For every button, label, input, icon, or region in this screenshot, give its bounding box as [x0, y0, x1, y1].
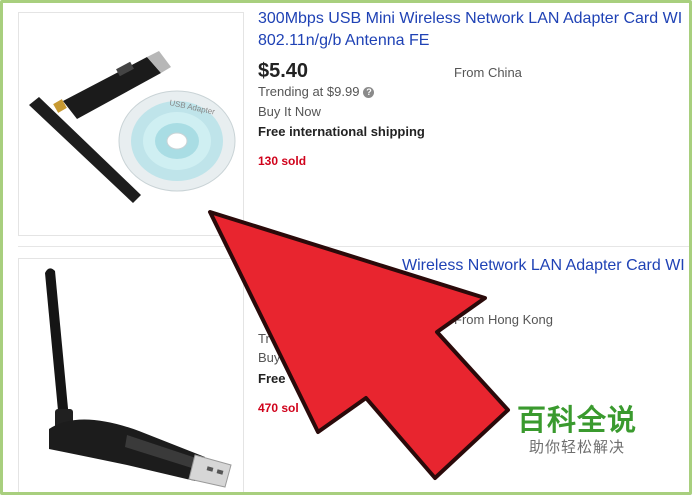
watermark-subtitle: 助你轻松解决: [528, 439, 625, 456]
watermark-title: 百科全说: [516, 405, 637, 437]
watermark-logo: 百科全说 助你轻松解决: [512, 404, 642, 458]
